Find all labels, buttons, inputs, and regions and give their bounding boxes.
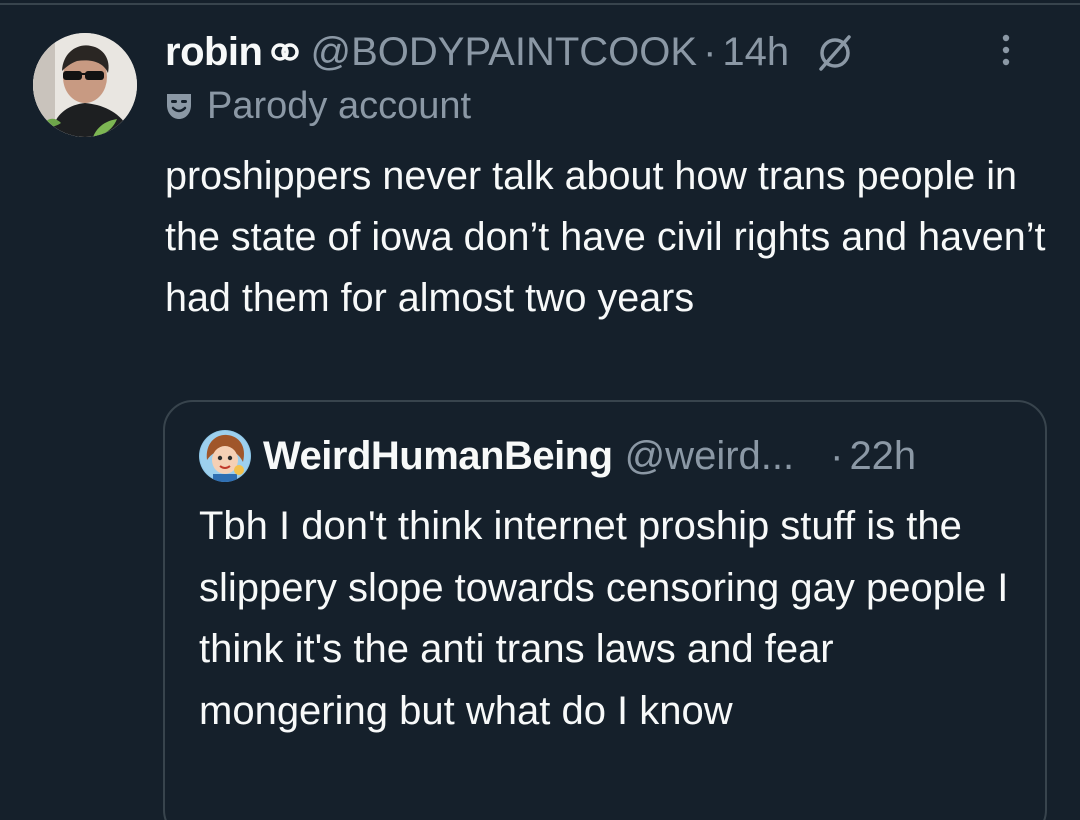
quote-display-name[interactable]: WeirdHumanBeing	[263, 434, 613, 479]
post-text: proshippers never talk about how trans p…	[165, 154, 1046, 320]
restricted-circle-icon[interactable]	[815, 32, 855, 72]
post-header: robin @BODYPAINTCOOK · 14h	[165, 28, 1050, 76]
display-name[interactable]: robin	[165, 30, 263, 75]
tweet-screen: robin @BODYPAINTCOOK · 14h Parody accoun…	[0, 0, 1080, 820]
avatar[interactable]	[33, 33, 137, 137]
avatar-photo-icon	[33, 33, 137, 137]
top-divider	[0, 3, 1080, 5]
quote-user-handle[interactable]: @weird...	[625, 434, 795, 479]
cartoon-avatar-icon	[199, 430, 251, 482]
header-separator: ·	[703, 29, 717, 74]
link-infinity-icon	[271, 43, 300, 61]
quote-text: Tbh I don't think internet proship stuff…	[199, 504, 1009, 733]
quote-avatar[interactable]	[199, 430, 251, 482]
parody-label-row: Parody account	[165, 84, 471, 128]
post-time[interactable]: 14h	[722, 30, 789, 75]
user-handle[interactable]: @BODYPAINTCOOK	[310, 30, 697, 75]
parody-label: Parody account	[207, 84, 472, 127]
quote-time[interactable]: 22h	[849, 434, 916, 479]
vertical-ellipsis-icon[interactable]	[1000, 30, 1012, 70]
theater-mask-icon	[167, 94, 191, 119]
quote-header-separator: ·	[830, 433, 844, 478]
quote-header: WeirdHumanBeing @weird... · 22h	[199, 424, 1015, 488]
quote-tweet-card[interactable]: WeirdHumanBeing @weird... · 22h Tbh I do…	[163, 400, 1047, 820]
